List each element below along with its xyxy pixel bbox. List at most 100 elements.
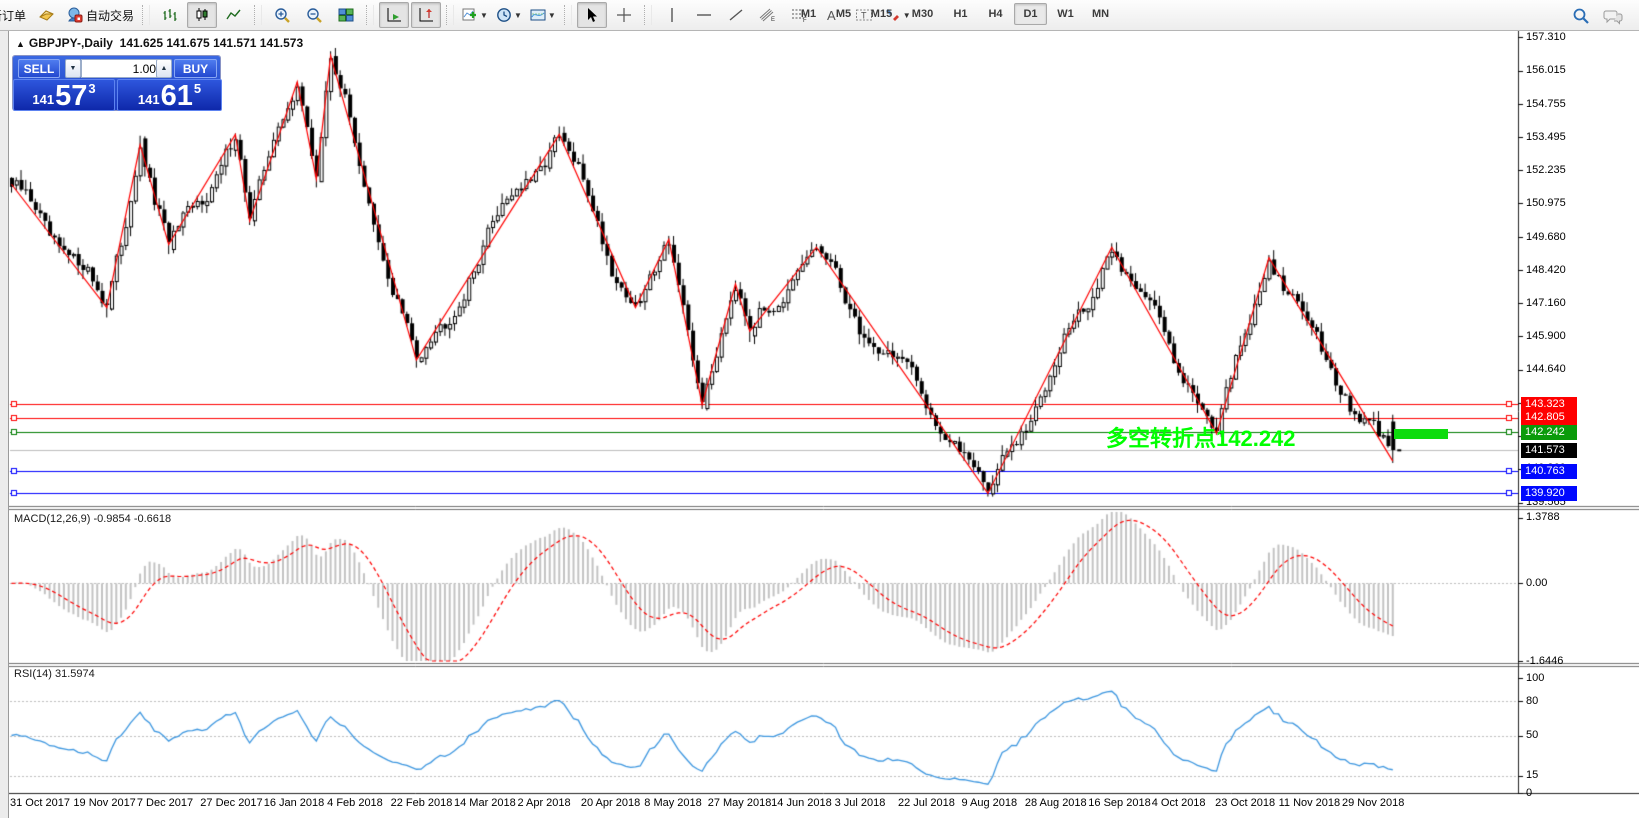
price-axis-tick: 147.160 xyxy=(1526,297,1566,309)
chevron-down-icon: ▼ xyxy=(548,11,556,20)
indicators-icon xyxy=(462,7,478,23)
tile-windows-icon xyxy=(338,7,354,23)
buy-price-main: 141 xyxy=(138,92,160,107)
buy-button[interactable]: BUY xyxy=(174,59,217,78)
rsi-pane-label: RSI(14) 31.5974 xyxy=(14,668,95,680)
symbol-period-label: GBPJPY-,Daily xyxy=(29,36,113,50)
community-chat-button[interactable] xyxy=(1598,3,1628,29)
buy-price-sup: 5 xyxy=(194,81,201,96)
crosshair-icon xyxy=(616,7,632,23)
timeframe-button-m1[interactable]: M1 xyxy=(792,3,825,25)
highlight-rectangle[interactable] xyxy=(1394,429,1448,439)
vertical-line-icon xyxy=(665,7,679,23)
trendline-icon xyxy=(728,7,744,23)
toolbar-separator xyxy=(142,5,150,25)
candlestick-chart-button[interactable] xyxy=(187,2,217,28)
timeframe-button-m30[interactable]: M30 xyxy=(903,3,942,25)
dock-edge xyxy=(0,30,9,818)
tile-windows-button[interactable] xyxy=(331,2,361,28)
toolbar-separator xyxy=(446,5,454,25)
sell-price-button[interactable]: 141 57 3 xyxy=(13,79,115,111)
toolbar-separator xyxy=(254,5,262,25)
trendline-tool-button[interactable] xyxy=(721,2,751,28)
sell-price-big: 57 xyxy=(55,83,87,109)
horizontal-line-tool-button[interactable] xyxy=(689,2,719,28)
date-label: 29 Nov 2018 xyxy=(1342,797,1404,809)
buy-label: BUY xyxy=(183,62,208,76)
bar-chart-icon xyxy=(162,7,178,23)
timeframe-button-w1[interactable]: W1 xyxy=(1049,3,1082,25)
line-chart-button[interactable] xyxy=(219,2,249,28)
toolbar-separator xyxy=(564,5,572,25)
channel-tool-button[interactable]: E xyxy=(753,2,783,28)
date-label: 4 Oct 2018 xyxy=(1152,797,1206,809)
new-order-button[interactable]: 新订单 xyxy=(0,2,29,28)
zoom-in-icon xyxy=(274,7,291,24)
price-line-label-140763: 140.763 xyxy=(1521,464,1577,479)
zoom-out-button[interactable] xyxy=(299,2,329,28)
volume-decrease-button[interactable]: ▼ xyxy=(65,59,81,78)
templates-button[interactable]: ▼ xyxy=(527,2,559,28)
svg-text:E: E xyxy=(771,17,775,23)
sell-button[interactable]: SELL xyxy=(18,59,60,78)
cursor-tool-button[interactable] xyxy=(577,2,607,28)
crosshair-tool-button[interactable] xyxy=(609,2,639,28)
indicators-button[interactable]: ▼ xyxy=(459,2,491,28)
price-line-label-142242: 142.242 xyxy=(1521,425,1577,440)
date-label: 3 Jul 2018 xyxy=(835,797,886,809)
date-label: 8 May 2018 xyxy=(644,797,701,809)
date-label: 20 Apr 2018 xyxy=(581,797,640,809)
zoom-in-button[interactable] xyxy=(267,2,297,28)
timeframe-button-m15[interactable]: M15 xyxy=(862,3,901,25)
vertical-line-tool-button[interactable] xyxy=(657,2,687,28)
volume-input[interactable] xyxy=(81,59,161,78)
autotrade-button[interactable]: 自动交易 xyxy=(63,2,137,28)
date-label: 23 Oct 2018 xyxy=(1215,797,1275,809)
one-click-trade-panel: SELL ▼ ▲ BUY 141 57 3 141 61 5 xyxy=(13,56,220,110)
chart-shift-button[interactable] xyxy=(411,2,441,28)
toolbar-separator xyxy=(644,5,652,25)
line-chart-icon xyxy=(226,7,242,23)
timeframe-button-d1[interactable]: D1 xyxy=(1014,3,1047,25)
gold-order-icon-button[interactable] xyxy=(31,2,61,28)
timeframe-button-m5[interactable]: M5 xyxy=(827,3,860,25)
price-chart-canvas[interactable] xyxy=(0,0,1639,818)
price-axis-tick: 152.235 xyxy=(1526,164,1566,176)
sell-price-sup: 3 xyxy=(88,81,95,96)
date-label: 16 Sep 2018 xyxy=(1088,797,1150,809)
timeframe-button-mn[interactable]: MN xyxy=(1084,3,1117,25)
panel-collapse-icon[interactable]: ▲ xyxy=(16,39,25,49)
auto-scroll-button[interactable] xyxy=(379,2,409,28)
timeframe-button-h1[interactable]: H1 xyxy=(944,3,977,25)
mt4-terminal: 新订单 自动交易 xyxy=(0,0,1639,818)
cursor-icon xyxy=(584,7,599,23)
auto-scroll-icon xyxy=(386,7,402,23)
new-order-label: 新订单 xyxy=(0,7,26,24)
date-label: 2 Apr 2018 xyxy=(517,797,570,809)
zoom-out-icon xyxy=(306,7,323,24)
volume-increase-button[interactable]: ▲ xyxy=(156,59,172,78)
price-axis-tick: 157.310 xyxy=(1526,31,1566,43)
buy-price-big: 61 xyxy=(161,83,193,109)
horizontal-line-icon xyxy=(696,8,712,22)
date-label: 28 Aug 2018 xyxy=(1025,797,1087,809)
price-axis-tick: 149.680 xyxy=(1526,231,1566,243)
price-line-label-142805: 142.805 xyxy=(1521,410,1577,425)
periods-button[interactable]: ▼ xyxy=(493,2,525,28)
buy-price-button[interactable]: 141 61 5 xyxy=(117,79,222,111)
rsi-axis-tick: 15 xyxy=(1526,769,1538,781)
annotation-text[interactable]: 多空转折点142.242 xyxy=(1106,421,1296,453)
search-button[interactable] xyxy=(1566,3,1596,29)
autotrade-label: 自动交易 xyxy=(86,7,134,24)
date-label: 9 Aug 2018 xyxy=(961,797,1017,809)
bar-chart-button[interactable] xyxy=(155,2,185,28)
rsi-axis-tick: 0 xyxy=(1526,787,1532,799)
price-line-label-141573: 141.573 xyxy=(1521,443,1577,458)
date-label: 7 Dec 2017 xyxy=(137,797,193,809)
price-line-label-139920: 139.920 xyxy=(1521,486,1577,501)
clock-icon xyxy=(496,7,512,23)
chart-shift-icon xyxy=(418,7,434,23)
main-toolbar: 新订单 自动交易 xyxy=(0,0,1639,31)
timeframe-button-h4[interactable]: H4 xyxy=(979,3,1012,25)
macd-pane-label: MACD(12,26,9) -0.9854 -0.6618 xyxy=(14,513,171,525)
